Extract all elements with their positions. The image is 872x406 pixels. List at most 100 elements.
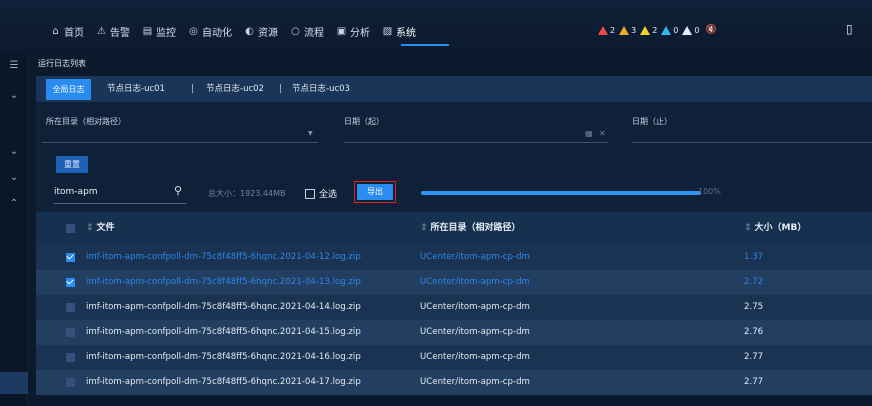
- header-checkbox[interactable]: [66, 224, 75, 233]
- alert-count: 3: [631, 25, 637, 35]
- sort-icon: ⇕: [86, 223, 94, 233]
- export-button[interactable]: 导出: [357, 184, 393, 200]
- nav-item-label: 分析: [350, 27, 370, 39]
- progress-fill: [421, 191, 701, 195]
- file-name-cell[interactable]: imf-itom-apm-confpoll-dm-75c8f48ff5-6hqn…: [86, 270, 361, 295]
- row-checkbox[interactable]: [66, 278, 75, 287]
- nav-item-monitor[interactable]: ▤ 监控: [142, 24, 176, 39]
- menu-toggle-icon[interactable]: ☰: [0, 60, 28, 71]
- directory-select[interactable]: [42, 142, 318, 143]
- calendar-icon[interactable]: ▦: [585, 129, 593, 138]
- nav-item-label: 资源: [258, 27, 278, 39]
- row-checkbox[interactable]: [66, 328, 75, 337]
- column-header-file[interactable]: ⇕ 文件: [86, 212, 115, 245]
- table-row[interactable]: imf-itom-apm-confpoll-dm-75c8f48ff5-6hqn…: [36, 345, 872, 370]
- nav-item-automation[interactable]: ◎ 自动化: [188, 24, 232, 39]
- file-name-cell[interactable]: imf-itom-apm-confpoll-dm-75c8f48ff5-6hqn…: [86, 345, 361, 370]
- total-size-text: 总大小：1923.44MB: [208, 189, 286, 198]
- file-name-cell[interactable]: imf-itom-apm-confpoll-dm-75c8f48ff5-6hqn…: [86, 295, 361, 320]
- analysis-icon: ▣: [336, 25, 347, 37]
- nav-item-resource[interactable]: ◐ 资源: [244, 24, 278, 39]
- main-content: 运行日志列表 全局日志 节点日志-uc01 | 节点日志-uc02 | 节点日志…: [28, 54, 872, 406]
- table-row[interactable]: imf-itom-apm-confpoll-dm-75c8f48ff5-6hqn…: [36, 245, 872, 270]
- export-progress-bar: [421, 191, 701, 195]
- tab-node-uc01[interactable]: 节点日志-uc01: [107, 76, 165, 102]
- row-checkbox[interactable]: [66, 378, 75, 387]
- nav-item-label: 首页: [64, 27, 84, 39]
- mute-icon[interactable]: 🔇: [705, 25, 716, 35]
- chevron-down-icon[interactable]: ⌄: [0, 146, 28, 157]
- directory-cell: UCenter/itom-apm-cp-dm: [420, 377, 530, 387]
- column-header-label: 大小（MB）: [754, 223, 807, 233]
- tab-global-log[interactable]: 全局日志: [46, 79, 91, 100]
- alert-count: 2: [652, 25, 658, 35]
- home-icon: ⌂: [52, 25, 59, 37]
- process-icon: ○: [291, 25, 300, 37]
- table-body: imf-itom-apm-confpoll-dm-75c8f48ff5-6hqn…: [36, 245, 872, 395]
- major-alert-icon: [619, 25, 630, 35]
- row-checkbox[interactable]: [66, 303, 75, 312]
- progress-text: 100%: [698, 187, 721, 196]
- filter-panel: 所在目录（相对路径） ▼ 日期（起） ▦ ✕ 日期（止） 重置 itom-apm…: [36, 102, 872, 212]
- tab-separator: |: [191, 84, 195, 94]
- tab-separator: |: [279, 84, 283, 94]
- size-cell: 2.77: [744, 352, 764, 362]
- column-header-directory[interactable]: ⇕ 所在目录（相对路径）: [420, 212, 521, 245]
- chevron-up-icon[interactable]: ⌃: [0, 198, 28, 209]
- chevron-down-icon[interactable]: ⌄: [0, 172, 28, 183]
- tab-node-uc02[interactable]: 节点日志-uc02: [206, 76, 264, 102]
- table-row[interactable]: imf-itom-apm-confpoll-dm-75c8f48ff5-6hqn…: [36, 370, 872, 395]
- file-name-cell[interactable]: imf-itom-apm-confpoll-dm-75c8f48ff5-6hqn…: [86, 320, 361, 345]
- warning-icon: ⚠: [97, 25, 106, 37]
- table-row[interactable]: imf-itom-apm-confpoll-dm-75c8f48ff5-6hqn…: [36, 270, 872, 295]
- file-name-cell[interactable]: imf-itom-apm-confpoll-dm-75c8f48ff5-6hqn…: [86, 245, 361, 270]
- alert-count: 0: [673, 25, 679, 35]
- nav-item-system[interactable]: ▧ 系统: [382, 24, 416, 39]
- sort-icon: ⇕: [420, 223, 428, 233]
- log-table: ⇕ 文件 ⇕ 所在目录（相对路径） ⇕ 大小（MB） imf-itom-apm-con…: [36, 212, 872, 395]
- sidebar-active-item[interactable]: [0, 372, 28, 394]
- size-cell: 2.75: [744, 302, 764, 312]
- nav-item-analysis[interactable]: ▣ 分析: [336, 24, 370, 39]
- document-icon[interactable]: ▯: [846, 22, 853, 36]
- search-input[interactable]: itom-apm ⚲: [54, 184, 186, 204]
- alert-summary[interactable]: 2 3 2 0 0 🔇: [598, 25, 717, 35]
- date-from-input[interactable]: [344, 142, 608, 143]
- table-row[interactable]: imf-itom-apm-confpoll-dm-75c8f48ff5-6hqn…: [36, 295, 872, 320]
- nav-item-label: 自动化: [202, 27, 232, 39]
- date-to-label: 日期（止）: [632, 117, 672, 126]
- chevron-down-icon[interactable]: ⌄: [0, 90, 28, 101]
- clear-icon[interactable]: ✕: [599, 129, 606, 138]
- nav-item-home[interactable]: ⌂ 首页: [50, 24, 84, 39]
- date-to-input[interactable]: [632, 142, 872, 143]
- sort-icon: ⇕: [744, 223, 752, 233]
- file-name-cell[interactable]: imf-itom-apm-confpoll-dm-75c8f48ff5-6hqn…: [86, 370, 361, 395]
- tab-node-uc03[interactable]: 节点日志-uc03: [292, 76, 350, 102]
- critical-alert-icon: [598, 25, 608, 35]
- select-all-checkbox[interactable]: 全选: [305, 187, 337, 200]
- directory-cell: UCenter/itom-apm-cp-dm: [420, 327, 530, 337]
- row-checkbox[interactable]: [66, 353, 75, 362]
- active-nav-indicator: [401, 44, 449, 46]
- nav-item-process[interactable]: ○ 流程: [290, 24, 324, 39]
- table-row[interactable]: imf-itom-apm-confpoll-dm-75c8f48ff5-6hqn…: [36, 320, 872, 345]
- nav-item-alarm[interactable]: ⚠ 告警: [96, 24, 130, 39]
- column-header-size[interactable]: ⇕ 大小（MB）: [744, 212, 806, 245]
- nav-item-label: 监控: [156, 27, 176, 39]
- alert-count: 2: [610, 25, 616, 35]
- log-tabs: 全局日志 节点日志-uc01 | 节点日志-uc02 | 节点日志-uc03: [36, 76, 872, 102]
- caret-down-icon[interactable]: ▼: [308, 130, 313, 137]
- table-header: ⇕ 文件 ⇕ 所在目录（相对路径） ⇕ 大小（MB）: [36, 212, 872, 245]
- size-cell: 2.77: [744, 377, 764, 387]
- export-highlight: 导出: [354, 181, 396, 203]
- select-all-label: 全选: [319, 190, 338, 200]
- search-value: itom-apm: [54, 187, 98, 197]
- search-icon[interactable]: ⚲: [174, 184, 182, 197]
- size-cell: 1.37: [744, 252, 764, 262]
- row-checkbox[interactable]: [66, 253, 75, 262]
- monitor-icon: ▤: [142, 25, 153, 37]
- nav-item-label: 告警: [110, 27, 130, 39]
- automation-icon: ◎: [189, 25, 198, 37]
- reset-button[interactable]: 重置: [56, 156, 88, 173]
- directory-cell: UCenter/itom-apm-cp-dm: [420, 302, 530, 312]
